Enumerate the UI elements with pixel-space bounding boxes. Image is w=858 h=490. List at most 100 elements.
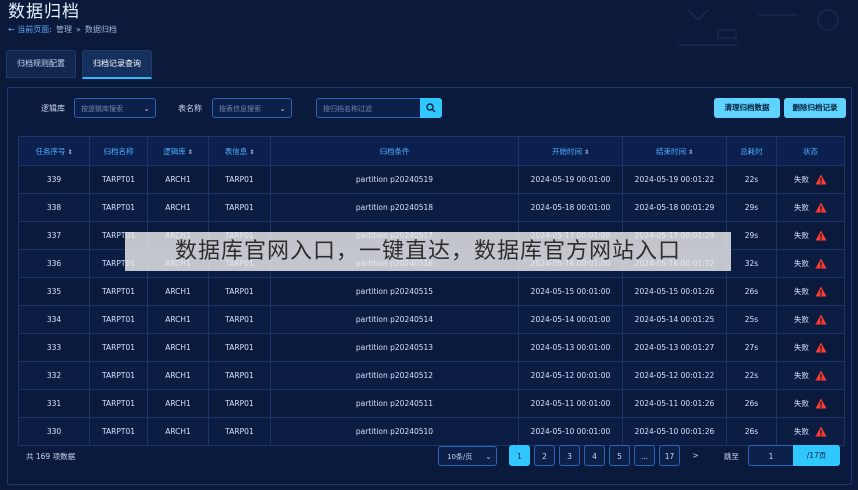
goto-label: 跳至 — [724, 452, 739, 461]
cell-text: TARPT01 — [102, 315, 135, 324]
db-filter-label: 逻辑库 — [41, 104, 65, 113]
status-text: 失败 — [794, 398, 809, 408]
table-cell: 334 — [18, 305, 90, 334]
page-button-5[interactable]: 5 — [609, 445, 630, 466]
table-cell: ARCH1 — [147, 193, 209, 222]
col-start-time[interactable]: 开始时间 ⇕ — [518, 136, 623, 166]
col-task-id[interactable]: 任务序号 ⇕ — [18, 136, 90, 166]
page-size-select[interactable]: 10条/页 ⌄ — [438, 446, 497, 466]
warning-icon — [815, 286, 827, 297]
cell-text: 2024-05-19 00:01:22 — [634, 175, 715, 184]
table-row[interactable]: 331 TARPT01 ARCH1 TARP01 partition p20240511… — [18, 389, 845, 418]
status-text: 失败 — [794, 230, 809, 240]
goto-total-pages: /17页 — [793, 445, 840, 466]
table-cell: partition p20240515 — [270, 277, 519, 306]
table-cell: 29s — [726, 193, 777, 222]
table-cell: TARPT01 — [89, 417, 148, 446]
sort-icon[interactable]: ⇕ — [584, 149, 589, 156]
status-text: 失败 — [794, 286, 809, 296]
archive-name-search-input[interactable]: 按归档名称过滤 — [316, 98, 421, 118]
clean-archive-button[interactable]: 清理归档数据 — [714, 98, 780, 118]
table-row[interactable]: 333 TARPT01 ARCH1 TARP01 partition p20240513… — [18, 333, 845, 362]
table-row[interactable]: 338 TARPT01 ARCH1 TARP01 partition p20240518… — [18, 193, 845, 222]
cell-text: 335 — [46, 287, 62, 296]
table-cell: ARCH1 — [147, 361, 209, 390]
table-cell: TARPT01 — [89, 193, 148, 222]
table-cell: 失败 — [776, 249, 845, 278]
table-cell: ARCH1 — [147, 305, 209, 334]
cell-text: 330 — [46, 427, 62, 436]
warning-icon — [815, 342, 827, 353]
warning-icon — [815, 174, 827, 185]
header-label: 表信息 — [224, 146, 248, 156]
filter-bar: 逻辑库 按逻辑库搜索 ⌄ 表名称 按表信息搜索 ⌄ 按归档名称过滤 清理归档数据… — [8, 97, 851, 121]
cell-text: TARP01 — [225, 315, 254, 324]
table-cell: partition p20240514 — [270, 305, 519, 334]
table-cell: TARPT01 — [89, 333, 148, 362]
page-button-3[interactable]: 3 — [559, 445, 580, 466]
status-text: 失败 — [794, 426, 809, 436]
goto-page-input[interactable]: 1 — [748, 445, 793, 466]
cell-text: 2024-05-10 00:01:00 — [530, 427, 611, 436]
page-button-1[interactable]: 1 — [509, 445, 530, 466]
breadcrumb-item-manage[interactable]: 管理 — [56, 24, 72, 35]
sort-icon[interactable]: ⇕ — [249, 149, 254, 156]
table-row[interactable]: 335 TARPT01 ARCH1 TARP01 partition p20240515… — [18, 277, 845, 306]
page-title: 数据归档 — [8, 2, 80, 22]
header-label: 总耗时 — [740, 146, 763, 156]
back-link[interactable]: ← 当前页面: — [8, 24, 52, 35]
table-cell: 2024-05-12 00:01:00 — [518, 361, 623, 390]
page-button-4[interactable]: 4 — [584, 445, 605, 466]
sort-icon[interactable]: ⇕ — [188, 149, 193, 156]
cell-text: TARP01 — [225, 399, 254, 408]
tab-archive-rules[interactable]: 归档规则配置 — [6, 50, 76, 78]
table-cell: 失败 — [776, 389, 845, 418]
page-button-17[interactable]: 17 — [659, 445, 680, 466]
table-cell: partition p20240518 — [270, 193, 519, 222]
records-panel: 逻辑库 按逻辑库搜索 ⌄ 表名称 按表信息搜索 ⌄ 按归档名称过滤 清理归档数据… — [7, 87, 852, 485]
table-row[interactable]: 332 TARPT01 ARCH1 TARP01 partition p20240512… — [18, 361, 845, 390]
table-cell: 336 — [18, 249, 90, 278]
col-table-info[interactable]: 表信息 ⇕ — [208, 136, 271, 166]
table-header-row: 任务序号 ⇕ 归档名称 逻辑库 ⇕ 表信息 ⇕ 归档条件 开始时间 ⇕ 结束时间 ⇕ 总耗… — [18, 136, 845, 166]
cell-text: 333 — [46, 343, 62, 352]
table-cell: partition p20240519 — [270, 165, 519, 194]
tab-archive-records[interactable]: 归档记录查询 — [82, 50, 152, 79]
cell-text: ARCH1 — [165, 315, 191, 324]
delete-archive-records-button[interactable]: 删除归档记录 — [784, 98, 846, 118]
search-icon — [426, 103, 436, 113]
status-text: 失败 — [794, 342, 809, 352]
warning-icon — [815, 398, 827, 409]
cell-text: 22s — [744, 175, 759, 184]
table-select[interactable]: 按表信息搜索 ⌄ — [212, 98, 292, 118]
cell-text: 336 — [46, 259, 62, 268]
table-cell: 22s — [726, 165, 777, 194]
search-button[interactable] — [420, 98, 442, 118]
table-row[interactable]: 330 TARPT01 ARCH1 TARP01 partition p20240510… — [18, 417, 845, 446]
table-select-placeholder: 按表信息搜索 — [219, 105, 261, 113]
cell-text: TARP01 — [225, 203, 254, 212]
warning-icon — [815, 426, 827, 437]
sort-icon[interactable]: ⇕ — [688, 149, 693, 156]
table-cell: TARP01 — [208, 389, 271, 418]
table-cell: TARP01 — [208, 165, 271, 194]
header-label: 归档名称 — [103, 146, 134, 156]
chevron-down-icon: ⌄ — [279, 104, 286, 113]
tab-bar: 归档规则配置 归档记录查询 — [6, 50, 152, 79]
table-row[interactable]: 339 TARPT01 ARCH1 TARP01 partition p20240519… — [18, 165, 845, 194]
table-cell: TARP01 — [208, 305, 271, 334]
page-button-2[interactable]: 2 — [534, 445, 555, 466]
cell-text: 22s — [744, 371, 759, 380]
col-end-time[interactable]: 结束时间 ⇕ — [622, 136, 727, 166]
cell-text: 2024-05-12 00:01:22 — [634, 371, 715, 380]
sort-icon[interactable]: ⇕ — [67, 149, 72, 156]
table-cell: 2024-05-11 00:01:26 — [622, 389, 727, 418]
cell-text: TARP01 — [225, 287, 254, 296]
table-cell: partition p20240512 — [270, 361, 519, 390]
table-cell: TARPT01 — [89, 389, 148, 418]
next-page-button[interactable]: > — [685, 445, 706, 466]
table-row[interactable]: 334 TARPT01 ARCH1 TARP01 partition p20240514… — [18, 305, 845, 334]
page-ellipsis[interactable]: ... — [634, 445, 655, 466]
db-select[interactable]: 按逻辑库搜索 ⌄ — [74, 98, 156, 118]
col-logical-db[interactable]: 逻辑库 ⇕ — [147, 136, 209, 166]
